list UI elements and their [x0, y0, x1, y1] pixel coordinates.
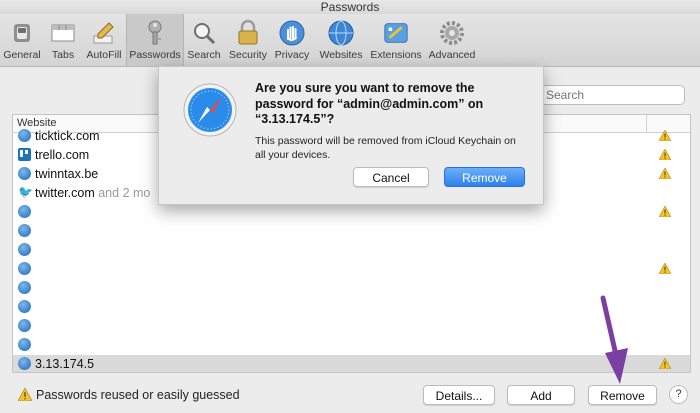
table-row[interactable]	[13, 203, 690, 222]
cancel-button[interactable]: Cancel	[353, 167, 429, 187]
row-website: twinntax.be	[35, 167, 99, 181]
confirm-remove-button[interactable]: Remove	[444, 167, 525, 187]
globe-icon	[18, 129, 31, 142]
dialog-title: Are you sure you want to remove the pass…	[255, 81, 484, 126]
window-title: Passwords	[0, 0, 700, 14]
hand-icon	[279, 20, 305, 46]
globe-icon	[18, 281, 31, 294]
tab-passwords[interactable]: Passwords	[126, 14, 184, 66]
tab-autofill[interactable]: AutoFill	[82, 14, 126, 66]
trello-icon	[18, 148, 31, 161]
key-icon	[142, 20, 168, 46]
globe-icon	[18, 167, 31, 180]
tab-general-label: General	[3, 49, 41, 61]
tab-websites[interactable]: Websites	[314, 14, 368, 66]
dialog-message: This password will be removed from iClou…	[255, 135, 516, 161]
globe-icon	[18, 300, 31, 313]
gear-icon	[439, 20, 465, 46]
tab-search[interactable]: Search	[182, 14, 226, 66]
tab-extensions-label: Extensions	[370, 49, 422, 61]
switch-icon	[9, 20, 35, 46]
warning-icon	[658, 148, 672, 163]
globe-icon	[18, 205, 31, 218]
table-row[interactable]	[13, 317, 690, 336]
tab-tabs[interactable]: Tabs	[44, 14, 82, 66]
help-button[interactable]: ?	[669, 385, 688, 404]
tab-privacy-label: Privacy	[274, 49, 310, 61]
tab-privacy[interactable]: Privacy	[270, 14, 314, 66]
globe-icon	[18, 224, 31, 237]
tab-general[interactable]: General	[0, 14, 44, 66]
magnifier-icon	[191, 20, 217, 46]
globe-icon	[18, 243, 31, 256]
table-row-selected[interactable]: 3.13.174.5	[13, 355, 690, 372]
row-website: twitter.com	[35, 186, 95, 200]
row-website: 3.13.174.5	[35, 357, 95, 371]
table-row[interactable]	[13, 241, 690, 260]
twitter-icon: 🐦	[18, 185, 33, 199]
preferences-toolbar: General Tabs AutoFill Passwords Search S…	[0, 14, 700, 67]
tabs-icon	[50, 20, 76, 46]
globe-icon	[328, 20, 354, 46]
lock-icon	[235, 20, 261, 46]
add-button[interactable]: Add	[507, 385, 575, 405]
warning-icon	[658, 167, 672, 182]
tab-security-label: Security	[229, 49, 267, 61]
row-website: ticktick.com	[35, 129, 100, 143]
table-row[interactable]	[13, 222, 690, 241]
globe-icon	[18, 319, 31, 332]
tab-passwords-label: Passwords	[129, 49, 181, 61]
globe-icon	[18, 338, 31, 351]
tab-search-label: Search	[187, 49, 221, 61]
table-row[interactable]	[13, 336, 690, 355]
remove-button[interactable]: Remove	[588, 385, 657, 405]
warning-icon	[658, 129, 672, 144]
warning-icon	[658, 357, 672, 372]
details-button[interactable]: Details...	[423, 385, 495, 405]
pencil-icon	[91, 20, 117, 46]
tab-advanced-label: Advanced	[428, 49, 476, 61]
bottom-bar: Passwords reused or easily guessed Detai…	[0, 376, 700, 413]
tab-security[interactable]: Security	[226, 14, 270, 66]
tab-websites-label: Websites	[319, 49, 363, 61]
row-more-accounts: and 2 mo	[98, 186, 151, 200]
warning-icon	[658, 205, 672, 220]
warning-icon	[658, 262, 672, 277]
table-row[interactable]	[13, 260, 690, 279]
table-row[interactable]	[13, 279, 690, 298]
tab-advanced[interactable]: Advanced	[424, 14, 480, 66]
remove-password-dialog: Are you sure you want to remove the pass…	[158, 66, 544, 205]
warning-icon	[17, 387, 33, 406]
table-row[interactable]	[13, 298, 690, 317]
weak-passwords-label: Passwords reused or easily guessed	[36, 388, 240, 402]
search-input[interactable]	[540, 85, 685, 105]
globe-icon	[18, 357, 31, 370]
row-website-group: twitter.com and 2 mo	[35, 186, 150, 200]
tab-extensions[interactable]: Extensions	[368, 14, 424, 66]
safari-compass-icon	[183, 83, 237, 137]
row-website: trello.com	[35, 148, 90, 162]
tab-tabs-label: Tabs	[51, 49, 75, 61]
puzzle-icon	[383, 20, 409, 46]
globe-icon	[18, 262, 31, 275]
tab-autofill-label: AutoFill	[86, 49, 122, 61]
